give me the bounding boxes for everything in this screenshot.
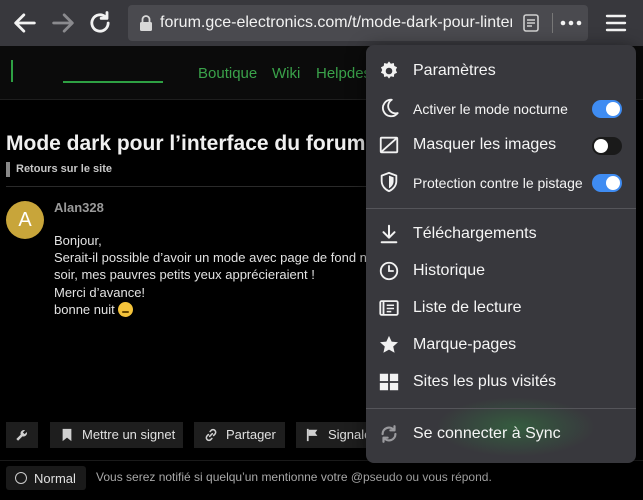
reload-icon bbox=[90, 11, 110, 33]
menu-item-label: Masquer les images bbox=[413, 136, 557, 153]
post-author[interactable]: Alan328 bbox=[54, 200, 104, 215]
forward-button[interactable] bbox=[49, 9, 77, 37]
reader-view-icon[interactable] bbox=[521, 13, 541, 33]
nav-boutique[interactable]: Boutique bbox=[198, 65, 257, 82]
link-icon bbox=[205, 428, 217, 442]
menu-item-tracking-protection[interactable]: Protection contre le pistage bbox=[366, 164, 636, 201]
site-logo-underline bbox=[63, 81, 163, 83]
moon-icon bbox=[382, 98, 399, 118]
menu-item-label: Liste de lecture bbox=[413, 299, 522, 316]
menu-item-label: Sites les plus visités bbox=[413, 373, 557, 390]
grid-icon bbox=[379, 373, 399, 391]
menu-item-label: Marque-pages bbox=[413, 336, 517, 353]
nav-wiki[interactable]: Wiki bbox=[272, 65, 300, 82]
notification-level-button[interactable]: Normal bbox=[6, 466, 86, 490]
reading-list-icon bbox=[379, 300, 399, 316]
sleeping-emoji-icon bbox=[117, 302, 133, 317]
browser-toolbar: forum.gce-electronics.com/t/mode-dark-po… bbox=[0, 0, 643, 46]
url-bar[interactable]: forum.gce-electronics.com/t/mode-dark-po… bbox=[128, 5, 588, 41]
divider bbox=[6, 186, 366, 187]
topic-category[interactable]: Retours sur le site bbox=[6, 162, 112, 177]
menu-item-label: Téléchargements bbox=[413, 225, 537, 242]
lock-icon bbox=[140, 15, 152, 31]
notification-radio-icon bbox=[15, 472, 27, 484]
more-dots-icon[interactable] bbox=[558, 11, 584, 35]
menu-item-label: Activer le mode nocturne bbox=[413, 101, 568, 117]
menu-item-label: Se connecter à Sync bbox=[413, 425, 561, 442]
night-mode-toggle[interactable] bbox=[592, 100, 622, 118]
avatar[interactable]: A bbox=[6, 201, 44, 239]
url-divider bbox=[552, 13, 553, 33]
flag-button[interactable]: Signaler bbox=[296, 422, 366, 448]
star-icon bbox=[380, 335, 398, 353]
url-text: forum.gce-electronics.com/t/mode-dark-po… bbox=[160, 14, 512, 31]
toggle-knob bbox=[606, 176, 620, 190]
hamburger-icon[interactable] bbox=[604, 11, 628, 35]
flag-label: Signaler bbox=[328, 427, 366, 442]
post-line: Bonjour, bbox=[54, 233, 102, 248]
menu-divider bbox=[366, 208, 636, 209]
admin-wrench-button[interactable] bbox=[6, 422, 38, 448]
menu-item-settings[interactable]: Paramètres bbox=[366, 53, 636, 90]
image-off-icon bbox=[379, 136, 399, 154]
shield-icon bbox=[380, 171, 398, 193]
tracking-protection-toggle[interactable] bbox=[592, 174, 622, 192]
topic-title[interactable]: Mode dark pour l’interface du forum bbox=[6, 132, 365, 156]
notification-level-label: Normal bbox=[34, 471, 76, 486]
share-label: Partager bbox=[226, 427, 276, 442]
toggle-knob bbox=[594, 139, 608, 153]
menu-item-label: Paramètres bbox=[413, 62, 496, 79]
gear-icon bbox=[380, 61, 398, 79]
menu-item-label: Historique bbox=[413, 262, 486, 279]
menu-item-history[interactable]: Historique bbox=[366, 253, 636, 290]
post-line: Serait-il possible d’avoir un mode avec … bbox=[54, 250, 389, 265]
flag-icon bbox=[306, 428, 318, 442]
menu-item-bookmarks[interactable]: Marque-pages bbox=[366, 327, 636, 364]
post-line: Merci d’avance! bbox=[54, 285, 146, 300]
post-line-text: bonne nuit bbox=[54, 302, 115, 317]
reload-button[interactable] bbox=[86, 9, 114, 37]
menu-item-top-sites[interactable]: Sites les plus visités bbox=[366, 364, 636, 401]
menu-item-hide-images[interactable]: Masquer les images bbox=[366, 127, 636, 164]
menu-item-downloads[interactable]: Téléchargements bbox=[366, 216, 636, 253]
wrench-icon bbox=[16, 430, 27, 441]
toggle-knob bbox=[606, 102, 620, 116]
site-logo-mark bbox=[11, 60, 13, 82]
menu-item-sync[interactable]: Se connecter à Sync bbox=[366, 416, 636, 453]
clock-icon bbox=[379, 261, 399, 281]
hide-images-toggle[interactable] bbox=[592, 137, 622, 155]
bookmark-icon bbox=[62, 428, 72, 442]
menu-item-night-mode[interactable]: Activer le mode nocturne bbox=[366, 90, 636, 127]
notification-description: Vous serez notifié si quelqu’un mentionn… bbox=[96, 470, 492, 484]
bookmark-button[interactable]: Mettre un signet bbox=[50, 422, 183, 448]
browser-menu: Paramètres Activer le mode nocturne Masq… bbox=[366, 45, 636, 463]
menu-item-label: Protection contre le pistage bbox=[413, 175, 583, 191]
menu-divider bbox=[366, 408, 636, 409]
sync-icon bbox=[381, 425, 397, 443]
post-line-last: bonne nuit bbox=[54, 302, 133, 317]
arrow-left-icon bbox=[14, 13, 36, 33]
bookmark-label: Mettre un signet bbox=[82, 427, 176, 442]
post-line: soir, mes pauvres petits yeux appréciera… bbox=[54, 267, 315, 282]
download-icon bbox=[380, 224, 398, 244]
back-button[interactable] bbox=[11, 9, 39, 37]
arrow-right-icon bbox=[52, 13, 74, 33]
menu-item-reading-list[interactable]: Liste de lecture bbox=[366, 290, 636, 327]
share-button[interactable]: Partager bbox=[194, 422, 285, 448]
